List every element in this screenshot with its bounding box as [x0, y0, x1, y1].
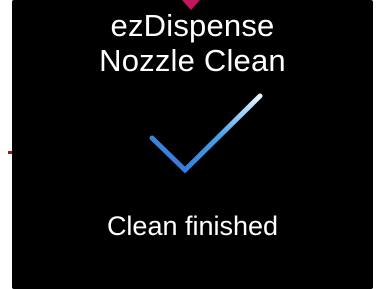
status-message: Clean finished [106, 211, 279, 241]
checkmark-icon [149, 93, 263, 174]
screen-title: ezDispense Nozzle Clean [12, 8, 373, 78]
device-frame: ezDispense Nozzle Clean Clean finished [0, 0, 385, 289]
edge-marker [8, 151, 12, 154]
title-line-1: ezDispense [110, 8, 275, 43]
title-line-2: Nozzle Clean [99, 43, 286, 78]
